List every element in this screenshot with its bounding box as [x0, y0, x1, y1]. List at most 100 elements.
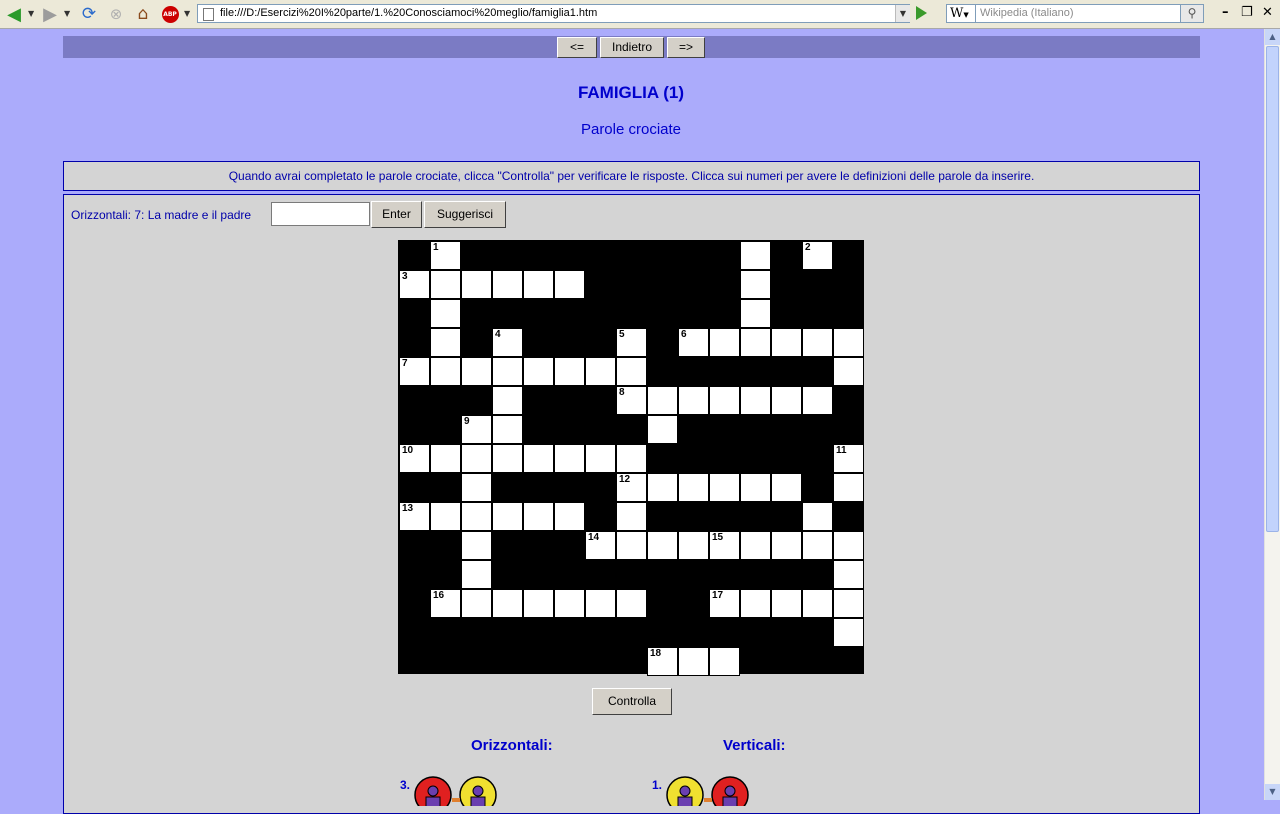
crossword-cell[interactable] [554, 589, 585, 618]
crossword-cell[interactable] [678, 647, 709, 676]
clue-number[interactable]: 16 [433, 590, 444, 601]
crossword-cell[interactable] [616, 357, 647, 386]
minimize-icon[interactable]: – [1222, 5, 1229, 20]
clue-number[interactable]: 14 [588, 532, 599, 543]
clue-number[interactable]: 13 [402, 503, 413, 514]
check-button[interactable]: Controlla [592, 688, 672, 715]
crossword-cell[interactable] [430, 502, 461, 531]
clue-number[interactable]: 17 [712, 590, 723, 601]
home-icon[interactable]: ⌂ [133, 4, 153, 24]
clue-number[interactable]: 10 [402, 445, 413, 456]
reload-icon[interactable]: ⟳ [79, 4, 99, 24]
crossword-cell[interactable]: 7 [399, 357, 430, 386]
crossword-cell[interactable] [802, 589, 833, 618]
crossword-cell[interactable]: 10 [399, 444, 430, 473]
crossword-cell[interactable]: 6 [678, 328, 709, 357]
crossword-cell[interactable] [492, 386, 523, 415]
crossword-cell[interactable] [709, 386, 740, 415]
adblock-icon[interactable]: ABP [160, 4, 180, 24]
crossword-cell[interactable] [833, 357, 864, 386]
clue-number[interactable]: 2 [805, 242, 811, 253]
crossword-cell[interactable] [740, 328, 771, 357]
crossword-cell[interactable]: 8 [616, 386, 647, 415]
crossword-cell[interactable] [740, 299, 771, 328]
stop-icon[interactable]: ⊗ [106, 4, 126, 24]
address-dropdown-icon[interactable]: ▼ [895, 5, 910, 22]
clue-number[interactable]: 3 [402, 271, 408, 282]
crossword-cell[interactable]: 5 [616, 328, 647, 357]
clue-number[interactable]: 11 [836, 445, 847, 456]
back-arrow-icon[interactable]: ◀ [4, 4, 24, 25]
clue-number[interactable]: 6 [681, 329, 687, 340]
crossword-cell[interactable] [771, 473, 802, 502]
crossword-cell[interactable] [616, 589, 647, 618]
crossword-cell[interactable] [523, 444, 554, 473]
crossword-cell[interactable] [585, 444, 616, 473]
crossword-cell[interactable] [461, 444, 492, 473]
crossword-cell[interactable] [740, 531, 771, 560]
clue-number[interactable]: 7 [402, 358, 408, 369]
crossword-cell[interactable] [771, 386, 802, 415]
crossword-cell[interactable]: 2 [802, 241, 833, 270]
crossword-cell[interactable] [585, 589, 616, 618]
crossword-cell[interactable] [554, 502, 585, 531]
clue-number[interactable]: 8 [619, 387, 625, 398]
crossword-cell[interactable] [430, 444, 461, 473]
crossword-cell[interactable] [616, 531, 647, 560]
across-clue-number[interactable]: 3. [400, 778, 410, 792]
back-button[interactable]: Indietro [600, 37, 664, 58]
crossword-cell[interactable] [709, 647, 740, 676]
scrollbar-thumb[interactable] [1266, 46, 1279, 532]
crossword-cell[interactable] [554, 270, 585, 299]
adblock-menu-caret-icon[interactable]: ▼ [184, 9, 190, 18]
crossword-cell[interactable]: 4 [492, 328, 523, 357]
crossword-cell[interactable] [833, 328, 864, 357]
crossword-cell[interactable] [833, 618, 864, 647]
crossword-cell[interactable] [523, 589, 554, 618]
crossword-cell[interactable] [740, 589, 771, 618]
crossword-cell[interactable] [492, 357, 523, 386]
crossword-cell[interactable]: 9 [461, 415, 492, 444]
crossword-cell[interactable] [461, 502, 492, 531]
search-icon[interactable]: ⚲ [1180, 4, 1204, 23]
search-input[interactable]: Wikipedia (Italiano) [976, 4, 1181, 23]
clue-number[interactable]: 12 [619, 474, 630, 485]
restore-icon[interactable]: ❐ [1241, 5, 1253, 20]
crossword-cell[interactable] [461, 560, 492, 589]
crossword-cell[interactable] [802, 531, 833, 560]
crossword-cell[interactable]: 18 [647, 647, 678, 676]
scroll-up-icon[interactable]: ▲ [1265, 29, 1280, 45]
crossword-cell[interactable] [523, 502, 554, 531]
clue-number[interactable]: 15 [712, 532, 723, 543]
crossword-cell[interactable] [647, 473, 678, 502]
crossword-cell[interactable] [647, 531, 678, 560]
crossword-cell[interactable] [678, 386, 709, 415]
hint-button[interactable]: Suggerisci [424, 201, 506, 228]
close-icon[interactable]: ✕ [1262, 5, 1273, 20]
crossword-cell[interactable] [616, 444, 647, 473]
crossword-cell[interactable] [771, 531, 802, 560]
crossword-cell[interactable]: 13 [399, 502, 430, 531]
crossword-cell[interactable]: 14 [585, 531, 616, 560]
crossword-cell[interactable] [647, 415, 678, 444]
crossword-cell[interactable] [585, 357, 616, 386]
crossword-cell[interactable] [554, 444, 585, 473]
clue-number[interactable]: 1 [433, 242, 439, 253]
crossword-cell[interactable] [709, 473, 740, 502]
crossword-cell[interactable] [740, 473, 771, 502]
down-clue-number[interactable]: 1. [652, 778, 662, 792]
crossword-cell[interactable]: 11 [833, 444, 864, 473]
crossword-cell[interactable] [461, 531, 492, 560]
crossword-cell[interactable] [492, 415, 523, 444]
clue-number[interactable]: 4 [495, 329, 501, 340]
vertical-scrollbar[interactable]: ▲ ▼ [1264, 29, 1280, 800]
crossword-cell[interactable] [740, 241, 771, 270]
crossword-cell[interactable] [802, 386, 833, 415]
crossword-cell[interactable] [492, 502, 523, 531]
crossword-cell[interactable] [678, 473, 709, 502]
crossword-cell[interactable] [492, 589, 523, 618]
enter-button[interactable]: Enter [371, 201, 422, 228]
go-arrow-icon[interactable] [916, 6, 927, 20]
crossword-cell[interactable] [430, 357, 461, 386]
forward-arrow-icon[interactable]: ▶ [40, 4, 60, 25]
